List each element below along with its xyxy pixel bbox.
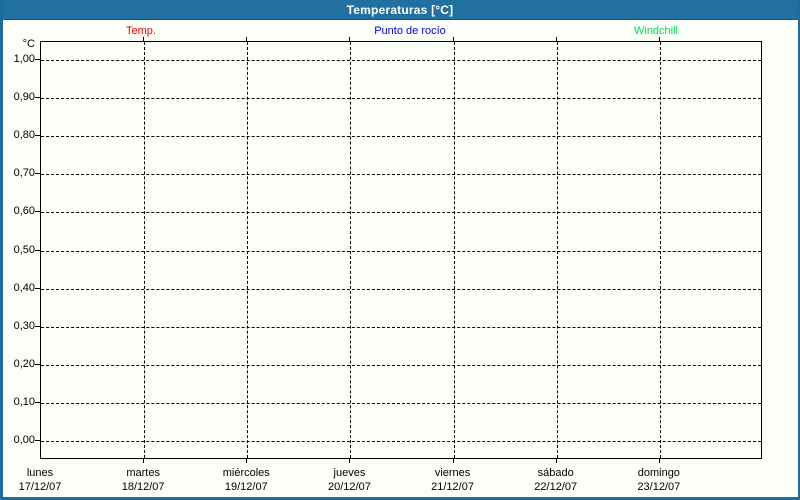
x-tick-mark-top	[453, 37, 454, 41]
frame-left-border	[0, 0, 3, 500]
temperature-chart-window: Temperaturas [°C] Temp. Punto de rocío W…	[0, 0, 800, 500]
y-tick-label: 0,50	[13, 243, 35, 256]
day-date: 19/12/07	[224, 481, 268, 493]
h-gridline	[41, 212, 761, 214]
legend-item-dew-point: Punto de rocío	[374, 25, 446, 37]
x-axis-day-label: martes 18/12/07	[88, 467, 198, 494]
day-date: 17/12/07	[18, 481, 62, 493]
v-gridline	[454, 42, 455, 458]
y-tick-mark	[35, 249, 40, 251]
x-tick-mark-bottom	[143, 459, 144, 463]
day-date: 20/12/07	[328, 481, 371, 493]
x-tick-mark-bottom	[246, 459, 247, 463]
x-tick-mark-bottom	[659, 459, 660, 463]
y-tick-label: 0,00	[13, 434, 35, 446]
v-gridline	[660, 42, 661, 458]
h-gridline	[41, 441, 761, 442]
x-tick-mark-bottom	[453, 459, 454, 463]
day-name: martes	[126, 467, 160, 479]
x-axis-day-label: jueves 20/12/07	[294, 467, 404, 494]
y-tick-mark	[35, 173, 40, 175]
y-tick-mark	[35, 97, 40, 99]
y-tick-mark	[35, 363, 40, 365]
x-axis-day-label: lunes 17/12/07	[0, 467, 95, 494]
x-tick-mark-top	[246, 37, 247, 41]
h-gridline	[41, 402, 761, 404]
day-date: 22/12/07	[534, 481, 578, 493]
h-gridline	[41, 136, 761, 138]
x-axis-day-label: miércoles 19/12/07	[191, 467, 301, 494]
y-tick-label: 1,00	[13, 53, 35, 65]
y-tick-label: 0,30	[13, 319, 35, 332]
v-gridline	[557, 42, 558, 458]
y-tick-label: 0,80	[13, 129, 35, 142]
x-tick-mark-top	[556, 37, 557, 41]
legend-item-temp: Temp.	[126, 25, 156, 37]
h-gridline	[41, 60, 761, 61]
x-tick-mark-top	[659, 37, 660, 41]
y-tick-mark	[35, 59, 40, 60]
day-name: miércoles	[222, 467, 270, 479]
h-gridline	[41, 250, 761, 252]
h-gridline	[41, 288, 761, 290]
h-gridline	[41, 98, 761, 100]
legend-item-windchill: Windchill	[633, 25, 679, 37]
y-tick-label: 0,60	[13, 205, 35, 218]
y-tick-label: 0,10	[13, 395, 35, 408]
x-tick-mark-bottom	[556, 459, 557, 463]
x-tick-mark-top	[143, 37, 144, 41]
v-gridline	[247, 42, 248, 458]
h-gridline	[41, 326, 761, 328]
x-tick-mark-top	[349, 37, 350, 41]
plot-area	[40, 41, 762, 459]
day-name: jueves	[333, 467, 366, 479]
day-name: viernes	[434, 467, 471, 479]
y-tick-mark	[35, 211, 40, 213]
y-tick-label: 0,20	[13, 357, 35, 370]
y-tick-mark	[35, 287, 40, 289]
y-tick-label: 0,40	[13, 281, 35, 294]
chart-title-bar: Temperaturas [°C]	[0, 0, 800, 20]
y-axis-unit: °C	[22, 38, 35, 50]
x-tick-mark-bottom	[349, 459, 350, 463]
day-date: 18/12/07	[121, 481, 165, 493]
y-tick-mark	[35, 401, 40, 403]
day-name: domingo	[637, 467, 680, 479]
day-name: lunes	[26, 467, 54, 479]
day-name: sábado	[537, 467, 574, 479]
y-tick-mark	[35, 135, 40, 137]
chart-title: Temperaturas [°C]	[346, 2, 454, 17]
day-date: 23/12/07	[637, 481, 681, 493]
day-date: 21/12/07	[431, 481, 474, 493]
v-gridline	[144, 42, 145, 458]
h-gridline	[41, 364, 761, 366]
v-gridline	[350, 42, 351, 458]
y-tick-label: 0,90	[13, 91, 35, 104]
y-tick-mark	[35, 325, 40, 327]
y-tick-mark	[35, 440, 40, 441]
y-axis-labels: °C 1,00 0,90 0,80 0,70 0,60 0,50 0,40 0,30 0,20 0…	[0, 38, 36, 459]
h-gridline	[41, 174, 761, 176]
x-axis-day-label: domingo 23/12/07	[604, 467, 714, 494]
y-tick-label: 0,70	[13, 167, 35, 180]
x-axis-day-label: sábado 22/12/07	[501, 467, 611, 494]
x-axis-day-label: viernes 21/12/07	[398, 467, 508, 494]
